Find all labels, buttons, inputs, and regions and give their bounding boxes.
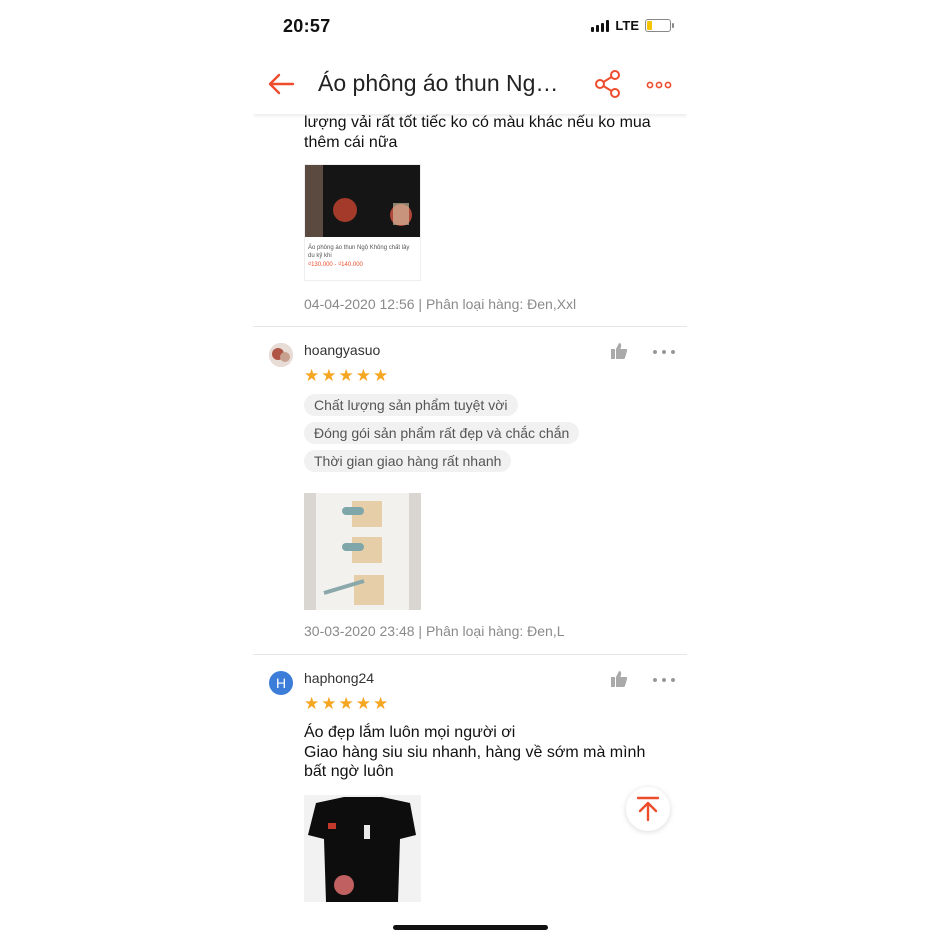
- review-text-line: bất ngờ luôn: [304, 763, 394, 780]
- like-button[interactable]: [609, 341, 629, 361]
- review-text-line: thêm cái nữa: [304, 133, 398, 151]
- thumb-price: ₫130.000 - ₫140.000: [308, 262, 363, 268]
- review-photo[interactable]: [304, 493, 421, 610]
- phone-screen: 20:57 LTE Áo phông áo thun Ng… lượng vải…: [253, 0, 687, 941]
- star-icon: ★: [304, 694, 320, 713]
- star-icon: ★: [304, 366, 320, 385]
- product-photo-image: [304, 795, 421, 902]
- battery-icon: [645, 19, 674, 32]
- review-more-button[interactable]: [653, 672, 675, 688]
- review-item: lượng vải rất tốt tiếc ko có màu khác nế…: [253, 114, 687, 326]
- like-button[interactable]: [609, 669, 629, 689]
- thumbs-up-icon: [611, 343, 628, 359]
- arrow-up-icon: [636, 796, 660, 822]
- more-dots-icon: [646, 81, 672, 89]
- star-icon: ★: [355, 694, 371, 713]
- thumb-caption: Áo phông áo thun Ngộ Không chất lây du k…: [308, 245, 410, 259]
- star-icon: ★: [338, 366, 354, 385]
- thumbs-up-icon: [611, 671, 628, 687]
- star-rating: ★ ★ ★ ★ ★: [304, 695, 388, 712]
- username[interactable]: hoangyasuo: [304, 342, 380, 358]
- avatar[interactable]: H: [269, 671, 293, 695]
- battery-level: [647, 21, 652, 30]
- star-icon: ★: [355, 366, 371, 385]
- arrow-left-icon: [268, 73, 295, 95]
- review-text-line: lượng vải rất tốt tiếc ko có màu khác nế…: [304, 114, 651, 131]
- review-text-line: Giao hàng siu siu nhanh, hàng về sớm mà …: [304, 743, 646, 761]
- review-photo[interactable]: Áo phông áo thun Ngộ Không chất lây du k…: [304, 164, 421, 281]
- review-meta: 04-04-2020 12:56 | Phân loại hàng: Đen,X…: [304, 296, 577, 312]
- page-title: Áo phông áo thun Ng…: [318, 70, 559, 96]
- review-item: H haphong24 ★ ★ ★ ★ ★ Áo đẹp lắm luôn mọ…: [253, 655, 687, 941]
- reviews-list[interactable]: lượng vải rất tốt tiếc ko có màu khác nế…: [253, 114, 687, 941]
- star-icon: ★: [373, 694, 389, 713]
- star-icon: ★: [321, 366, 337, 385]
- signal-icon: [591, 19, 610, 32]
- share-button[interactable]: [593, 69, 625, 101]
- review-more-button[interactable]: [653, 344, 675, 360]
- review-item: hoangyasuo ★ ★ ★ ★ ★ Chất lượng sản phẩm…: [253, 327, 687, 654]
- back-button[interactable]: [263, 68, 299, 100]
- network-label: LTE: [615, 18, 639, 33]
- star-icon: ★: [338, 694, 354, 713]
- scroll-to-top-button[interactable]: [626, 787, 670, 831]
- status-indicators: LTE: [591, 18, 674, 33]
- review-tags: Chất lượng sản phẩm tuyệt vời Đóng gói s…: [304, 394, 580, 472]
- review-tag: Đóng gói sản phẩm rất đẹp và chắc chắn: [304, 422, 580, 444]
- avatar-image: [269, 343, 293, 367]
- review-tag: Chất lượng sản phẩm tuyệt vời: [304, 394, 518, 416]
- star-rating: ★ ★ ★ ★ ★: [304, 367, 388, 384]
- review-text: Áo đẹp lắm luôn mọi người ơi Giao hàng s…: [304, 723, 674, 782]
- review-meta: 30-03-2020 23:48 | Phân loại hàng: Đen,L: [304, 623, 565, 639]
- home-indicator[interactable]: [393, 925, 548, 930]
- product-photo-image: [305, 165, 420, 237]
- star-icon: ★: [321, 694, 337, 713]
- review-photo[interactable]: [304, 795, 421, 902]
- star-icon: ★: [373, 366, 389, 385]
- status-time: 20:57: [283, 16, 331, 36]
- avatar-letter: H: [275, 675, 287, 691]
- review-text-line: Áo đẹp lắm luôn mọi người ơi: [304, 724, 516, 741]
- status-bar: 20:57 LTE: [253, 0, 687, 55]
- product-photo-image: [304, 493, 421, 610]
- more-options-button[interactable]: [643, 69, 675, 101]
- username[interactable]: haphong24: [304, 670, 374, 686]
- avatar[interactable]: [269, 343, 293, 367]
- top-app-bar: Áo phông áo thun Ng…: [253, 56, 687, 114]
- share-icon: [595, 70, 620, 98]
- review-text: lượng vải rất tốt tiếc ko có màu khác nế…: [304, 114, 674, 152]
- review-tag: Thời gian giao hàng rất nhanh: [304, 450, 512, 472]
